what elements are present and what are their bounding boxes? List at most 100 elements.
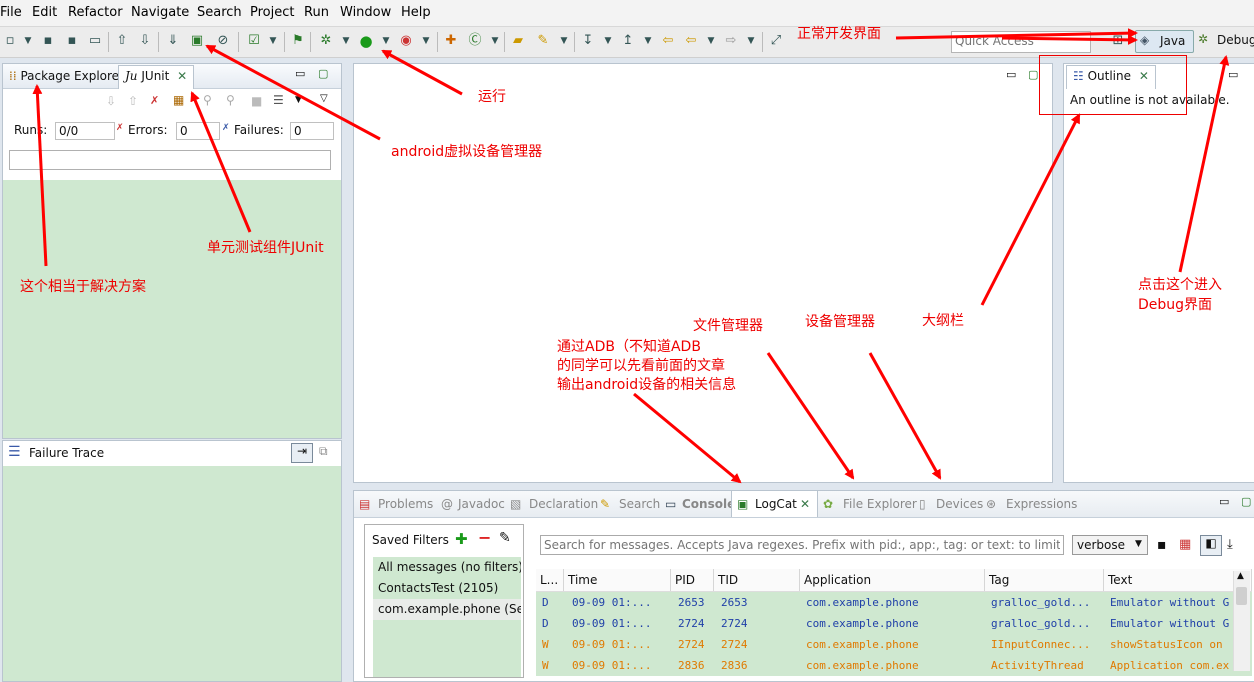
scroll-lock-icon[interactable]: ⤓ [1227, 537, 1233, 552]
tab-package-explorer[interactable]: ⁞⁞ Package Explorer [3, 66, 130, 86]
logcat-row[interactable]: W 09-09 01:... 2836 2836 com.example.phone Ac… [536, 655, 1252, 676]
tab-file-explorer[interactable]: File Explorer [843, 497, 917, 511]
quick-access-input[interactable] [952, 32, 1088, 50]
checkbox-icon[interactable]: ☑ [246, 33, 262, 49]
minimize-icon[interactable]: ▭ [1219, 495, 1229, 508]
chevron-down-icon[interactable]: ▼ [556, 33, 572, 49]
stop-icon[interactable]: ■ [251, 94, 262, 108]
prev-annotation-icon[interactable]: ↥ [620, 33, 636, 49]
download-icon[interactable]: ⇩ [137, 33, 153, 49]
print-icon[interactable]: ▭ [87, 33, 103, 49]
menu-file[interactable]: File [0, 5, 22, 20]
android-project-icon[interactable]: ⚑ [290, 33, 306, 49]
save-icon[interactable]: ▪ [40, 33, 56, 49]
tab-logcat[interactable]: ▣ LogCat ✕ [731, 491, 818, 517]
minimize-icon[interactable]: ▭ [1228, 68, 1238, 81]
minimize-icon[interactable]: ▭ [295, 67, 305, 80]
upload-icon[interactable]: ⇧ [114, 33, 130, 49]
last-edit-icon[interactable]: ⇦ [660, 33, 676, 49]
avd-manager-icon[interactable]: ▣ [189, 33, 205, 49]
chevron-down-icon[interactable]: ▼ [487, 33, 503, 49]
chevron-down-icon[interactable]: ▼ [640, 33, 656, 49]
chevron-down-icon[interactable]: ▼ [265, 33, 281, 49]
quick-access-box[interactable] [951, 31, 1091, 53]
column-header[interactable]: Text [1104, 569, 1252, 591]
column-header[interactable]: PID [671, 569, 714, 591]
open-perspective-icon[interactable]: ⊞ [1110, 33, 1126, 49]
debug-bug-icon[interactable]: ✲ [318, 33, 334, 49]
prev-failure-icon[interactable]: ⇧ [128, 94, 138, 108]
next-failure-icon[interactable]: ⇩ [106, 94, 116, 108]
lint-icon[interactable]: ⊘ [215, 33, 231, 49]
sdk-manager-icon[interactable]: ⇓ [165, 33, 181, 49]
menu-refactor[interactable]: Refactor [68, 5, 123, 20]
menu-navigate[interactable]: Navigate [131, 5, 189, 20]
show-failures-only-icon[interactable]: ✗ [150, 94, 159, 107]
tab-expressions[interactable]: Expressions [1006, 497, 1077, 511]
open-type-icon[interactable]: ▰ [510, 33, 526, 49]
tab-problems[interactable]: Problems [378, 497, 433, 511]
filter-stack-icon[interactable]: ⇥ [291, 443, 313, 463]
menu-edit[interactable]: Edit [32, 5, 57, 20]
back-icon[interactable]: ⇦ [683, 33, 699, 49]
tab-declaration[interactable]: Declaration [529, 497, 598, 511]
clear-log-icon[interactable]: ▦ [1179, 537, 1191, 552]
chevron-down-icon[interactable]: ▼ [338, 33, 354, 49]
java-perspective-button[interactable]: ◈ Java [1135, 30, 1194, 53]
tab-console[interactable]: Console [682, 497, 735, 511]
logcat-scrollbar[interactable]: ▲ [1233, 571, 1250, 671]
close-icon[interactable]: ✕ [800, 497, 810, 511]
column-header[interactable]: Tag [985, 569, 1104, 591]
maximize-icon[interactable]: ▢ [318, 67, 328, 80]
scroll-lock-icon[interactable]: ▦ [173, 93, 184, 107]
external-tools-icon[interactable]: ◉ [398, 33, 414, 49]
chevron-down-icon[interactable]: ▼ [295, 95, 302, 105]
edit-filter-icon[interactable]: ✎ [499, 530, 511, 546]
menu-help[interactable]: Help [401, 5, 431, 20]
minimize-icon[interactable]: ▭ [1006, 68, 1016, 81]
column-header[interactable]: TID [714, 569, 800, 591]
view-menu-icon[interactable]: ▽ [320, 93, 328, 104]
maximize-icon[interactable]: ▢ [1241, 495, 1251, 508]
column-header[interactable]: Application [800, 569, 985, 591]
forward-icon[interactable]: ⇨ [723, 33, 739, 49]
column-header[interactable]: Time [564, 569, 671, 591]
filter-item[interactable]: All messages (no filters) [373, 557, 521, 578]
next-annotation-icon[interactable]: ↧ [580, 33, 596, 49]
menu-run[interactable]: Run [304, 5, 329, 20]
menu-project[interactable]: Project [250, 5, 294, 20]
search-tool-icon[interactable]: ✎ [535, 33, 551, 49]
chevron-down-icon[interactable]: ▼ [703, 33, 719, 49]
rerun-icon[interactable]: ⚲ [203, 93, 212, 107]
scroll-up-icon[interactable]: ▲ [1237, 571, 1244, 581]
logcat-search-input[interactable] [540, 535, 1064, 555]
menu-window[interactable]: Window [340, 5, 391, 20]
chevron-down-icon[interactable]: ▼ [20, 33, 36, 49]
pin-icon[interactable]: ⤢ [768, 33, 784, 49]
logcat-row[interactable]: D 09-09 01:... 2653 2653 com.example.phone gr… [536, 592, 1252, 613]
logcat-row[interactable]: W 09-09 01:... 2724 2724 com.example.phone II… [536, 634, 1252, 655]
save-log-icon[interactable]: ▪ [1157, 537, 1167, 553]
toggle-filters-icon[interactable]: ◧ [1200, 535, 1222, 556]
filter-item-selected[interactable]: com.example.phone (Ses [373, 599, 521, 620]
rerun-failed-icon[interactable]: ⚲ [226, 93, 235, 107]
add-filter-icon[interactable]: ✚ [455, 530, 468, 548]
tab-search[interactable]: Search [619, 497, 660, 511]
column-header[interactable]: L... [536, 569, 564, 591]
new-package-icon[interactable]: ✚ [443, 33, 459, 49]
scrollbar-thumb[interactable] [1236, 587, 1247, 605]
chevron-down-icon[interactable]: ▼ [378, 33, 394, 49]
chevron-down-icon[interactable]: ▼ [600, 33, 616, 49]
save-all-icon[interactable]: ▪ [64, 33, 80, 49]
run-icon[interactable]: ● [358, 33, 374, 49]
chevron-down-icon[interactable]: ▼ [743, 33, 759, 49]
maximize-icon[interactable]: ▢ [1028, 68, 1038, 81]
tab-junit[interactable]: Ju JUnit ✕ [118, 65, 195, 89]
logcat-row[interactable]: D 09-09 01:... 2724 2724 com.example.phone gr… [536, 613, 1252, 634]
new-class-icon[interactable]: Ⓒ [467, 33, 483, 49]
new-icon[interactable]: ▫ [2, 33, 18, 49]
remove-filter-icon[interactable]: − [478, 528, 491, 547]
log-level-select[interactable]: verbose ▼ [1072, 535, 1148, 555]
menu-search[interactable]: Search [197, 5, 242, 20]
chevron-down-icon[interactable]: ▼ [418, 33, 434, 49]
